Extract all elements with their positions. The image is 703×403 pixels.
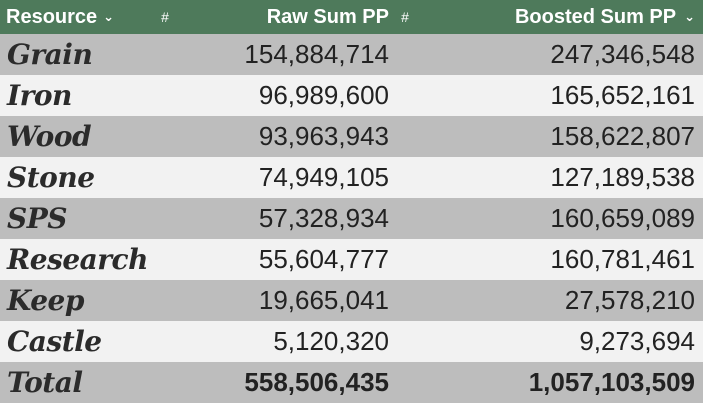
resource-table: Resource ⌄ # Raw Sum PP # Boosted Sum PP… (0, 0, 703, 403)
resource-name: Iron (7, 79, 72, 112)
raw-sum-cell: 154,884,714 (244, 39, 389, 69)
resource-column-header[interactable]: Resource ⌄ (0, 6, 145, 29)
resource-name: Castle (7, 325, 102, 358)
chevron-down-icon[interactable]: ⌄ (103, 10, 114, 23)
raw-sum-header[interactable]: Raw Sum PP (185, 6, 395, 29)
boosted-total-cell: 1,057,103,509 (528, 367, 695, 397)
boosted-sum-header[interactable]: Boosted Sum PP ⌄ (415, 6, 703, 29)
raw-sum-cell: 57,328,934 (258, 203, 389, 233)
boosted-sum-cell: 160,781,461 (550, 244, 695, 274)
table-row: Wood 93,963,943 158,622,807 (0, 116, 703, 157)
boosted-sum-cell: 158,622,807 (550, 121, 695, 151)
chevron-down-icon[interactable]: ⌄ (684, 10, 695, 23)
raw-sum-cell: 5,120,320 (273, 326, 389, 356)
resource-name: Stone (7, 161, 95, 194)
raw-sum-cell: 74,949,105 (258, 162, 389, 192)
table-row: SPS 57,328,934 160,659,089 (0, 198, 703, 239)
boosted-sum-cell: 165,652,161 (550, 80, 695, 110)
resource-name: Wood (7, 120, 92, 153)
boosted-header-label: Boosted Sum PP (514, 5, 677, 28)
table-row: Stone 74,949,105 127,189,538 (0, 157, 703, 198)
total-row: Total 558,506,435 1,057,103,509 (0, 362, 703, 403)
resource-name: Research (7, 243, 148, 276)
hash-icon: # (401, 9, 409, 25)
table-row: Keep 19,665,041 27,578,210 (0, 280, 703, 321)
raw-total-cell: 558,506,435 (244, 367, 389, 397)
resource-name: Grain (7, 38, 93, 71)
raw-sum-cell: 19,665,041 (258, 285, 389, 315)
boosted-sum-cell: 27,578,210 (564, 285, 695, 315)
table-row: Grain 154,884,714 247,346,548 (0, 34, 703, 75)
table-row: Castle 5,120,320 9,273,694 (0, 321, 703, 362)
boosted-sum-cell: 160,659,089 (550, 203, 695, 233)
hash-icon: # (161, 9, 169, 25)
boosted-sum-cell: 9,273,694 (579, 326, 695, 356)
raw-sum-cell: 96,989,600 (258, 80, 389, 110)
raw-sum-cell: 55,604,777 (258, 244, 389, 274)
boosted-sum-cell: 127,189,538 (550, 162, 695, 192)
table-row: Iron 96,989,600 165,652,161 (0, 75, 703, 116)
resource-name: Keep (7, 284, 84, 317)
total-label: Total (7, 366, 83, 399)
table-row: Research 55,604,777 160,781,461 (0, 239, 703, 280)
resource-header-label: Resource (6, 5, 98, 28)
boosted-sum-cell: 247,346,548 (550, 39, 695, 69)
resource-name: SPS (7, 202, 68, 235)
raw-sum-cell: 93,963,943 (258, 121, 389, 151)
table-header: Resource ⌄ # Raw Sum PP # Boosted Sum PP… (0, 0, 703, 34)
